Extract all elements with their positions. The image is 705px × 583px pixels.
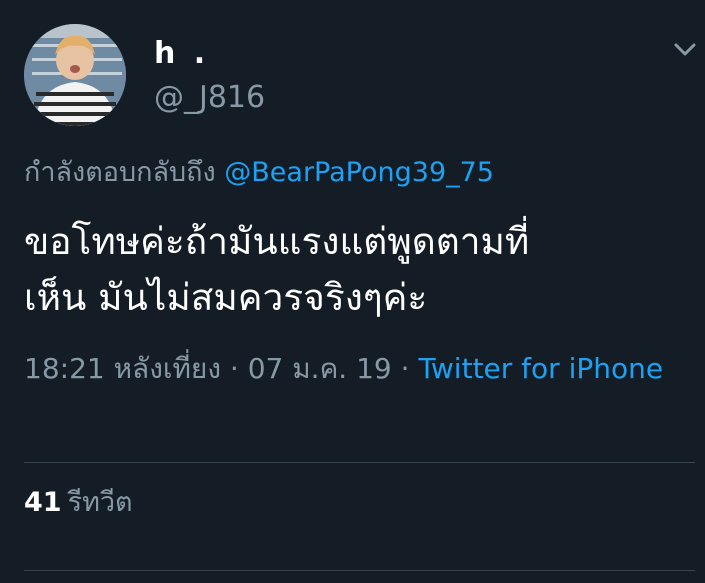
username-handle[interactable]: @_J816: [154, 78, 265, 118]
display-name[interactable]: h .: [154, 34, 209, 74]
meta-separator: ·: [391, 352, 419, 385]
tweet-time: 18:21 หลังเที่ยง: [24, 352, 221, 385]
tweet-text-line: เห็น มันไม่สมควรจริงๆค่ะ: [24, 276, 428, 319]
divider: [24, 570, 695, 571]
avatar[interactable]: [24, 24, 126, 126]
replying-to: กำลังตอบกลับถึง @BearPaPong39_75: [24, 154, 494, 192]
divider: [24, 462, 695, 463]
tweet-text-line: ขอโทษค่ะถ้ามันแรงแต่พูดตามที่: [24, 220, 530, 263]
meta-separator: ·: [220, 352, 248, 385]
reply-mention-link[interactable]: @BearPaPong39_75: [224, 157, 494, 188]
retweet-count: 41: [24, 487, 62, 518]
retweet-stats[interactable]: 41 รีทวีต: [24, 484, 133, 522]
tweet-source-link[interactable]: Twitter for iPhone: [418, 352, 663, 385]
tweet-text: ขอโทษค่ะถ้ามันแรงแต่พูดตามที่ เห็น มันไม…: [24, 214, 684, 326]
retweet-label: รีทวีต: [67, 487, 133, 518]
tweet-date: 07 ม.ค. 19: [247, 352, 392, 385]
replying-to-label: กำลังตอบกลับถึง: [24, 157, 225, 188]
tweet-metadata: 18:21 หลังเที่ยง · 07 ม.ค. 19 · Twitter …: [24, 348, 674, 390]
chevron-down-icon[interactable]: [672, 36, 698, 62]
